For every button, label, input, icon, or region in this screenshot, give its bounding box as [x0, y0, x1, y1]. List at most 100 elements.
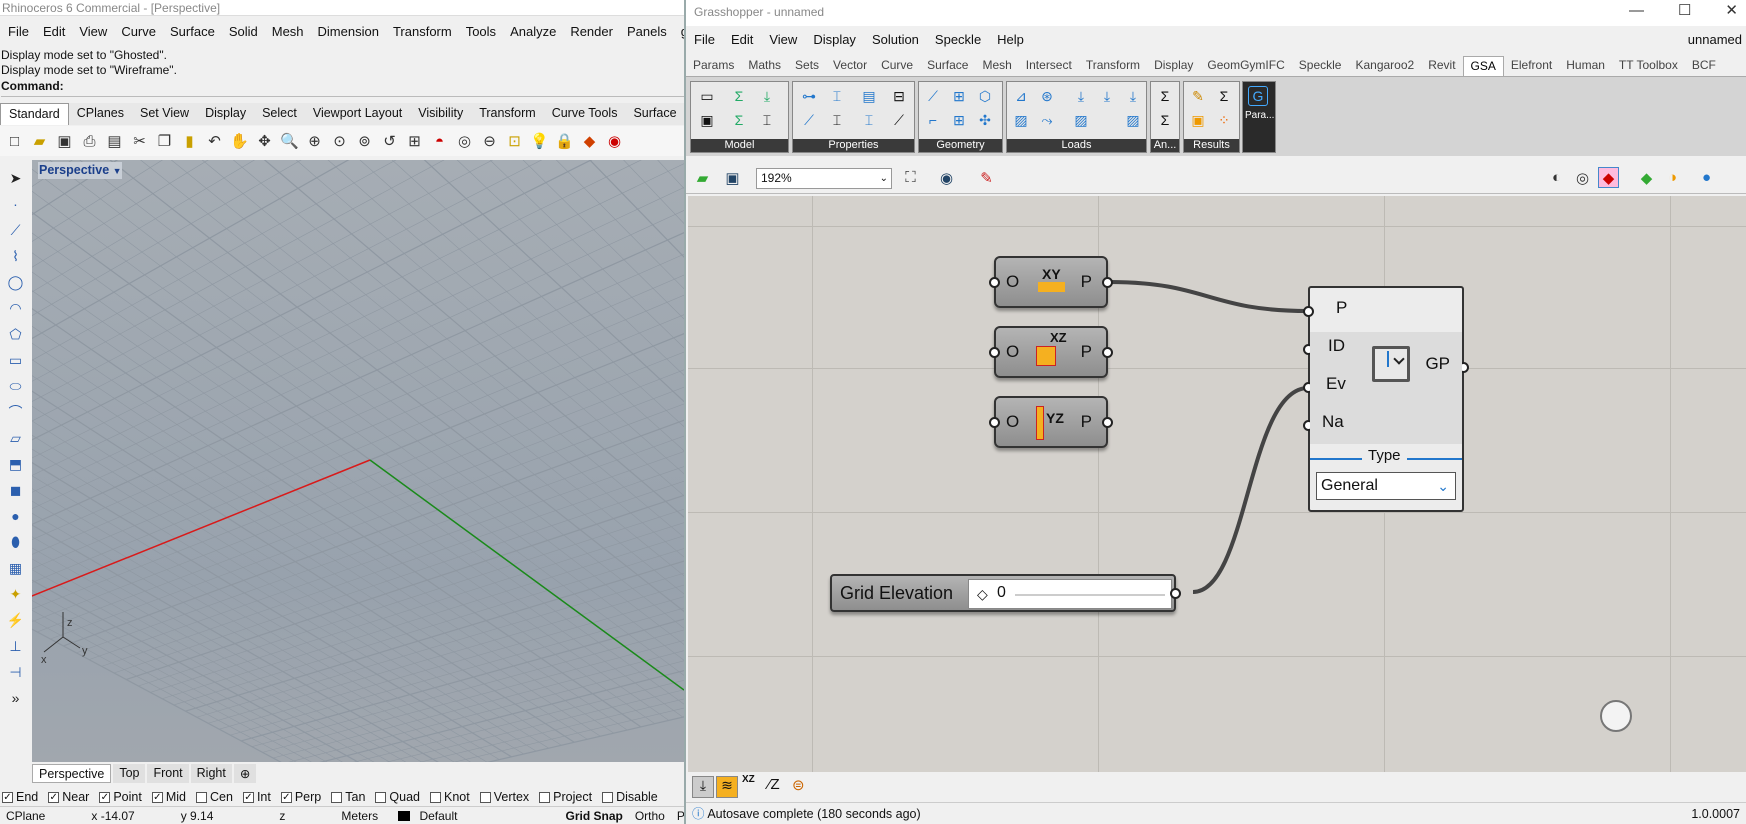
beam-prop-icon[interactable]: ⌶ [859, 110, 879, 130]
xz-plane-component[interactable]: O XZ P [989, 326, 1113, 378]
undo-view-icon[interactable]: ↺ [379, 131, 400, 152]
ellipse-icon[interactable]: ⬭ [6, 376, 26, 396]
rotate-view-icon[interactable]: ✥ [254, 131, 275, 152]
view-tab-top[interactable]: Top [113, 764, 146, 783]
mesh-icon[interactable]: ▦ [6, 558, 26, 578]
dimension-icon[interactable]: ⊥ [6, 636, 26, 656]
toolbar-tab-display[interactable]: Display [197, 103, 254, 125]
bottom-download-icon[interactable]: ⤓ [692, 776, 714, 798]
status-grid-snap[interactable]: Grid Snap [469, 807, 628, 824]
grid-surface-icon[interactable]: ▨ [1123, 110, 1143, 130]
extrude-icon[interactable]: ⬒ [6, 454, 26, 474]
checkbox[interactable] [375, 791, 387, 803]
save-file-icon[interactable]: ▣ [722, 167, 743, 188]
cylinder-icon[interactable]: ⬮ [6, 532, 26, 552]
select-arrow-icon[interactable]: ➤ [6, 168, 26, 188]
gh-tab-revit[interactable]: Revit [1421, 56, 1462, 76]
gh-menu-help[interactable]: Help [989, 30, 1032, 50]
toolbar-tab-select[interactable]: Select [254, 103, 305, 125]
save-icon[interactable]: ▣ [54, 131, 75, 152]
toolbar-tab-set-view[interactable]: Set View [132, 103, 197, 125]
pan-icon[interactable]: ✋ [229, 131, 250, 152]
ibeam-icon[interactable]: ⌶ [827, 86, 847, 106]
checkbox[interactable]: ✓ [48, 791, 60, 803]
menu-curve[interactable]: Curve [113, 22, 162, 42]
prop2d-icon[interactable]: ▤ [859, 86, 879, 106]
osnap-project[interactable]: Project [539, 790, 592, 804]
view-tab-front[interactable]: Front [147, 764, 189, 783]
member2d-icon[interactable]: ⊞ [949, 110, 969, 130]
polyline-icon[interactable]: ⟋ [6, 220, 26, 240]
checkbox[interactable]: ✓ [99, 791, 111, 803]
menu-edit[interactable]: Edit [35, 22, 71, 42]
grid-plane-icon[interactable]: ▨ [1011, 110, 1031, 130]
checkbox[interactable] [479, 791, 491, 803]
element1d-icon[interactable]: ⟋ [923, 86, 943, 106]
grid-elevation-slider[interactable]: Grid Elevation ◇ 0 [830, 574, 1181, 612]
checkbox[interactable]: ✓ [280, 791, 292, 803]
output-pin[interactable] [1102, 417, 1113, 428]
material-icon[interactable]: ◆ [579, 131, 600, 152]
grid-load-icon[interactable]: ⤓ [1071, 86, 1091, 106]
output-pin[interactable] [1102, 277, 1113, 288]
bottom-wave-icon[interactable]: ≋ [716, 776, 738, 798]
osnap-quad[interactable]: Quad [375, 790, 420, 804]
gh-menu-speckle[interactable]: Speckle [927, 30, 989, 50]
toolbar-tab-visibility[interactable]: Visibility [410, 103, 471, 125]
status-layer[interactable]: Default [384, 807, 469, 824]
zoom-window-icon[interactable]: ⊕ [304, 131, 325, 152]
gravity-icon[interactable]: ⤓ [1123, 86, 1143, 106]
menu-render[interactable]: Render [562, 22, 619, 42]
menu-view[interactable]: View [71, 22, 113, 42]
checkbox[interactable] [602, 791, 614, 803]
sphere-icon[interactable]: ● [6, 506, 26, 526]
analyze-icon[interactable]: ⊣ [6, 662, 26, 682]
beam-load-icon[interactable]: ⤳ [1037, 110, 1057, 130]
gh-tab-kangaroo2[interactable]: Kangaroo2 [1348, 56, 1421, 76]
arc-icon[interactable]: ◠ [6, 298, 26, 318]
osnap-icon[interactable]: ⊖ [479, 131, 500, 152]
menu-transform[interactable]: Transform [385, 22, 458, 42]
zoom-extents-icon[interactable]: ⊙ [329, 131, 350, 152]
undo-icon[interactable]: ↶ [204, 131, 225, 152]
bottom-plane-icon[interactable]: ⊜ [792, 776, 805, 794]
osnap-mid[interactable]: ✓ Mid [151, 790, 186, 804]
add-view-tab-icon[interactable]: ⊕ [233, 764, 257, 783]
expand-toolbar-icon[interactable]: » [6, 688, 26, 708]
analysis-sigma-icon[interactable]: Σ [1155, 86, 1175, 106]
toolbar-tab-viewport-layout[interactable]: Viewport Layout [305, 103, 410, 125]
open-file-icon[interactable]: ▰ [692, 167, 713, 188]
result-icon[interactable]: ✎ [1188, 86, 1208, 106]
car-icon[interactable]: ◓ [429, 131, 450, 152]
osnap-perp[interactable]: ✓ Perp [280, 790, 321, 804]
toolbar-tab-surface[interactable]: Surface [625, 103, 684, 125]
menu-mesh[interactable]: Mesh [264, 22, 310, 42]
open-folder-icon[interactable]: ▰ [29, 131, 50, 152]
input-pin[interactable] [989, 417, 1000, 428]
point-icon[interactable]: · [6, 194, 26, 214]
gsa-param-icon[interactable]: G [1248, 86, 1268, 106]
xy-plane-component[interactable]: O XY P [989, 256, 1113, 308]
osnap-cen[interactable]: Cen [196, 790, 233, 804]
grid-plane-component[interactable]: P ID Ev Na GP Type General ⌄ [1303, 286, 1469, 512]
toolbar-tab-standard[interactable]: Standard [0, 103, 69, 125]
select-filter-icon[interactable]: ⊡ [504, 131, 525, 152]
minimize-icon[interactable]: — [1629, 0, 1644, 22]
download-icon[interactable]: ⤓ [757, 86, 777, 106]
toolbar-tab-curve-tools[interactable]: Curve Tools [544, 103, 626, 125]
gh-tab-curve[interactable]: Curve [874, 56, 920, 76]
zoom-selected-icon[interactable]: ⊚ [354, 131, 375, 152]
sigma-icon[interactable]: Σ [729, 86, 749, 106]
result-contour-icon[interactable]: ▣ [1188, 110, 1208, 130]
bottom-slider-icon[interactable]: ⁄Z [768, 776, 780, 793]
output-pin[interactable] [1102, 347, 1113, 358]
save-model-icon[interactable]: ▣ [697, 110, 717, 130]
open-model-icon[interactable]: ▭ [697, 86, 717, 106]
gh-tab-params[interactable]: Params [686, 56, 741, 76]
result-sigma-icon[interactable]: Σ [1214, 86, 1234, 106]
zoom-icon[interactable]: 🔍 [279, 131, 300, 152]
section-icon[interactable]: ⊶ [799, 86, 819, 106]
preview-wire-icon[interactable]: ◐ [1546, 167, 1567, 188]
yz-plane-component[interactable]: O YZ P [989, 396, 1113, 448]
node-icon[interactable]: ✣ [975, 110, 995, 130]
